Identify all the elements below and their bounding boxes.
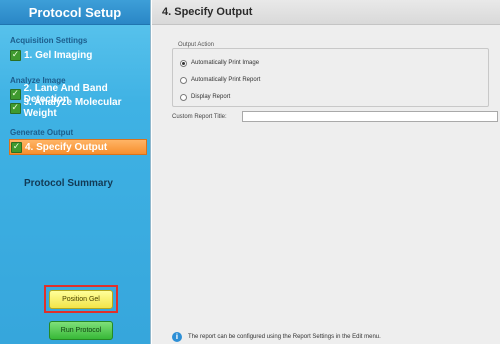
radio-selected-dot bbox=[182, 61, 185, 65]
radio-label: Automatically Print Report bbox=[191, 77, 261, 83]
radio-print-image[interactable]: Automatically Print Image bbox=[180, 58, 259, 68]
protocol-summary-link[interactable]: Protocol Summary bbox=[24, 178, 113, 189]
radio-label: Display Report bbox=[191, 94, 231, 100]
check-icon: ✓ bbox=[11, 141, 22, 153]
page-title: 4. Specify Output bbox=[152, 0, 500, 25]
step-analyze-molecular-weight[interactable]: ✓ 3. Analyze Molecular Weight bbox=[10, 97, 150, 119]
custom-report-title-input[interactable] bbox=[242, 111, 498, 122]
check-icon: ✓ bbox=[10, 102, 21, 114]
step-specify-output[interactable]: ✓ 4. Specify Output bbox=[9, 139, 147, 155]
check-icon: ✓ bbox=[10, 49, 21, 61]
group-label-acquisition: Acquisition Settings bbox=[10, 36, 88, 45]
info-icon: i bbox=[172, 332, 182, 342]
protocol-sidebar: Protocol Setup Acquisition Settings ✓ 1.… bbox=[0, 0, 151, 344]
run-protocol-button[interactable]: Run Protocol bbox=[49, 321, 113, 340]
step-gel-imaging[interactable]: ✓ 1. Gel Imaging bbox=[10, 48, 92, 62]
footer-note-text: The report can be configured using the R… bbox=[188, 334, 381, 340]
radio-display-report[interactable]: Display Report bbox=[180, 92, 230, 102]
custom-report-title-label: Custom Report Title: bbox=[172, 114, 227, 120]
step-label: 4. Specify Output bbox=[25, 141, 108, 153]
group-label-generate: Generate Output bbox=[10, 128, 74, 137]
step-label: 3. Analyze Molecular Weight bbox=[23, 97, 122, 119]
output-action-legend: Output Action bbox=[176, 42, 217, 48]
radio-button[interactable] bbox=[180, 76, 187, 84]
radio-print-report[interactable]: Automatically Print Report bbox=[180, 75, 260, 85]
footer-note: i The report can be configured using the… bbox=[172, 332, 381, 342]
radio-label: Automatically Print Image bbox=[191, 60, 260, 66]
radio-button[interactable] bbox=[180, 93, 187, 101]
position-gel-button[interactable]: Position Gel bbox=[49, 290, 113, 309]
check-icon: ✓ bbox=[10, 88, 21, 100]
radio-button[interactable] bbox=[180, 59, 187, 67]
step-label: 1. Gel Imaging bbox=[24, 49, 93, 61]
sidebar-title: Protocol Setup bbox=[0, 0, 150, 25]
main-panel: 4. Specify Output Output Action Automati… bbox=[152, 0, 500, 344]
